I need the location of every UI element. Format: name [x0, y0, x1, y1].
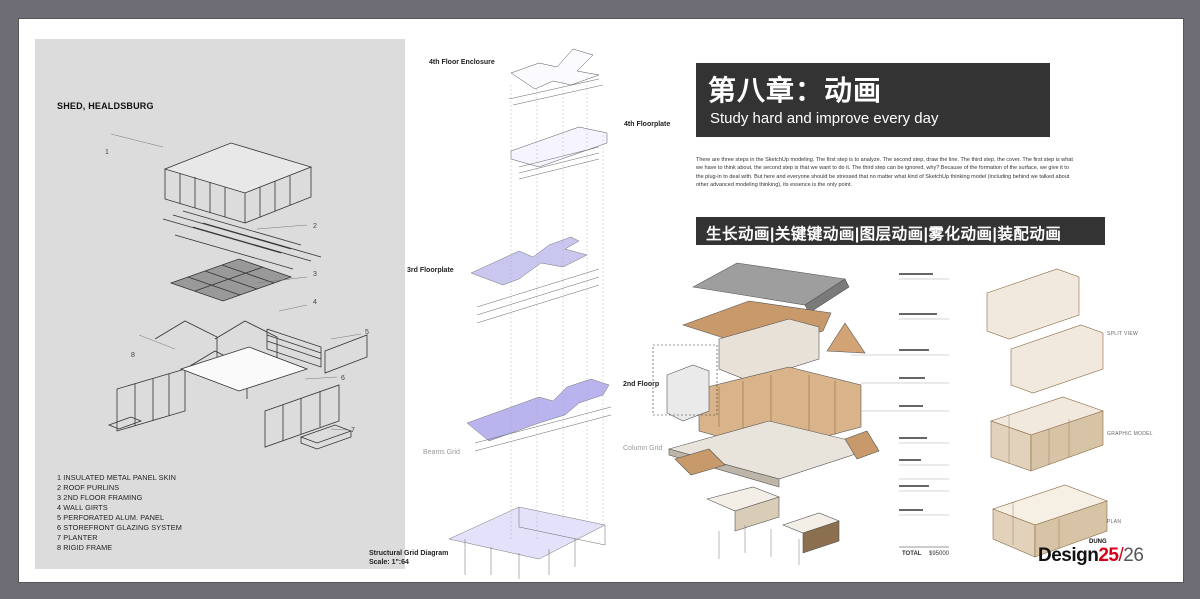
note-graphic-model: GRAPHIC MODEL — [1107, 431, 1153, 437]
brand-word: Design — [1038, 545, 1099, 566]
brand-num: 25 — [1098, 545, 1119, 566]
slide: SHED, HEALDSBURG 1 2 3 4 5 6 7 8 1 INSUL… — [18, 18, 1184, 583]
house-exploded-illustration — [652, 262, 1108, 565]
note-split-view: SPLIT VIEW — [1107, 331, 1138, 337]
total-value: $95000 — [929, 551, 950, 557]
brand-logo: Design25/26 — [1038, 545, 1144, 567]
total-label: TOTAL — [902, 551, 922, 557]
brand-den: 26 — [1123, 545, 1144, 566]
note-plan: PLAN — [1107, 519, 1122, 525]
